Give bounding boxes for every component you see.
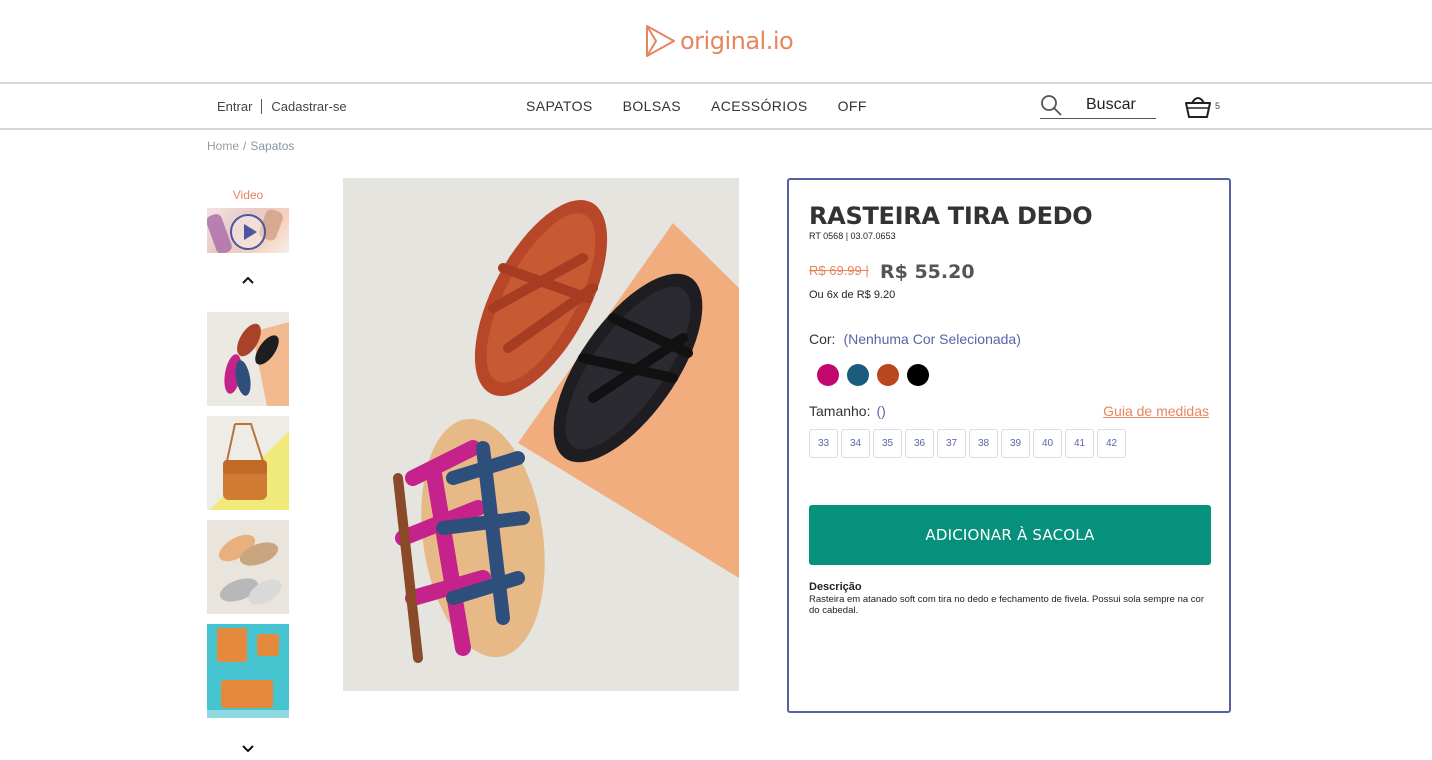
brand-logo-text: original.io [680,27,794,55]
video-label[interactable]: Video [207,188,289,202]
top-header: original.io [0,0,1432,84]
product-photo [343,178,739,691]
size-option[interactable]: 42 [1097,429,1126,458]
product-title: RASTEIRA TIRA DEDO [809,202,1093,230]
current-price: R$ 55.20 [880,261,975,283]
register-link[interactable]: Cadastrar-se [271,99,346,114]
add-to-bag-button[interactable]: ADICIONAR À SACOLA [809,505,1211,565]
size-option[interactable]: 33 [809,429,838,458]
chevron-up-icon[interactable] [239,273,257,287]
menu-item-bolsas[interactable]: BOLSAS [623,98,681,114]
thumbnail-orange-bags[interactable] [207,624,289,718]
search-box[interactable]: Buscar [1040,92,1156,119]
menu-item-sapatos[interactable]: SAPATOS [526,98,593,114]
size-option[interactable]: 41 [1065,429,1094,458]
color-label: Cor: [809,331,836,347]
menu-item-off[interactable]: OFF [838,98,867,114]
breadcrumb: Home / Sapatos [207,139,294,153]
size-option[interactable]: 40 [1033,429,1062,458]
size-guide-link[interactable]: Guia de medidas [1103,403,1209,419]
size-option[interactable]: 38 [969,429,998,458]
old-price: R$ 69.99 | [809,263,869,278]
size-option[interactable]: 36 [905,429,934,458]
basket-icon [1185,97,1211,118]
color-selector-label: Cor: (Nenhuma Cor Selecionada) [809,331,1021,347]
thumbnail-bag-image [223,423,267,500]
search-icon[interactable] [1040,94,1062,116]
thumbnail-metallic-sandals[interactable] [207,520,289,614]
cart-count: 5 [1215,101,1221,111]
size-options: 33 34 35 36 37 38 39 40 41 42 [809,429,1126,458]
play-icon[interactable] [230,214,266,250]
login-link[interactable]: Entrar [217,99,252,114]
thumbnail-metallic-sandals-image [218,534,282,605]
selected-color: (Nenhuma Cor Selecionada) [843,331,1021,347]
color-swatch-rust[interactable] [877,364,899,386]
thumbnail-sandals[interactable] [207,312,289,406]
product-sku: RT 0568 | 03.07.0653 [809,231,896,241]
navigation-bar: Entrar Cadastrar-se SAPATOS BOLSAS ACESS… [0,84,1432,130]
thumbnail-orange-bags-image [207,624,289,718]
description-text: Rasteira em atanado soft com tira no ded… [809,594,1204,616]
account-links: Entrar Cadastrar-se [217,99,347,114]
size-selector-label: Tamanho: () [809,403,886,419]
color-swatch-blue[interactable] [847,364,869,386]
main-menu: SAPATOS BOLSAS ACESSÓRIOS OFF [526,98,867,114]
cart-button[interactable]: 5 [1184,93,1220,119]
color-swatches [817,364,929,386]
size-option[interactable]: 39 [1001,429,1030,458]
color-swatch-magenta[interactable] [817,364,839,386]
product-info-panel: RASTEIRA TIRA DEDO RT 0568 | 03.07.0653 … [787,178,1231,713]
selected-size: () [876,403,886,419]
search-input[interactable]: Buscar [1086,96,1136,114]
size-option[interactable]: 37 [937,429,966,458]
chevron-down-icon[interactable] [239,742,257,756]
size-option[interactable]: 34 [841,429,870,458]
size-option[interactable]: 35 [873,429,902,458]
main-product-image[interactable] [343,178,739,691]
brand-logo[interactable]: original.io [644,22,794,60]
menu-item-acessorios[interactable]: ACESSÓRIOS [711,98,808,114]
video-thumbnail[interactable] [207,208,289,253]
size-label: Tamanho: [809,403,871,419]
color-swatch-black[interactable] [907,364,929,386]
breadcrumb-current[interactable]: Sapatos [250,139,294,153]
logo-mark-icon [646,25,675,57]
thumbnail-bag[interactable] [207,416,289,510]
breadcrumb-home[interactable]: Home [207,139,239,153]
breadcrumb-separator: / [243,139,247,153]
installments-text: Ou 6x de R$ 9.20 [809,289,896,301]
description-title: Descrição [809,581,862,593]
divider [261,99,263,114]
thumbnail-sandals-image [224,322,289,406]
